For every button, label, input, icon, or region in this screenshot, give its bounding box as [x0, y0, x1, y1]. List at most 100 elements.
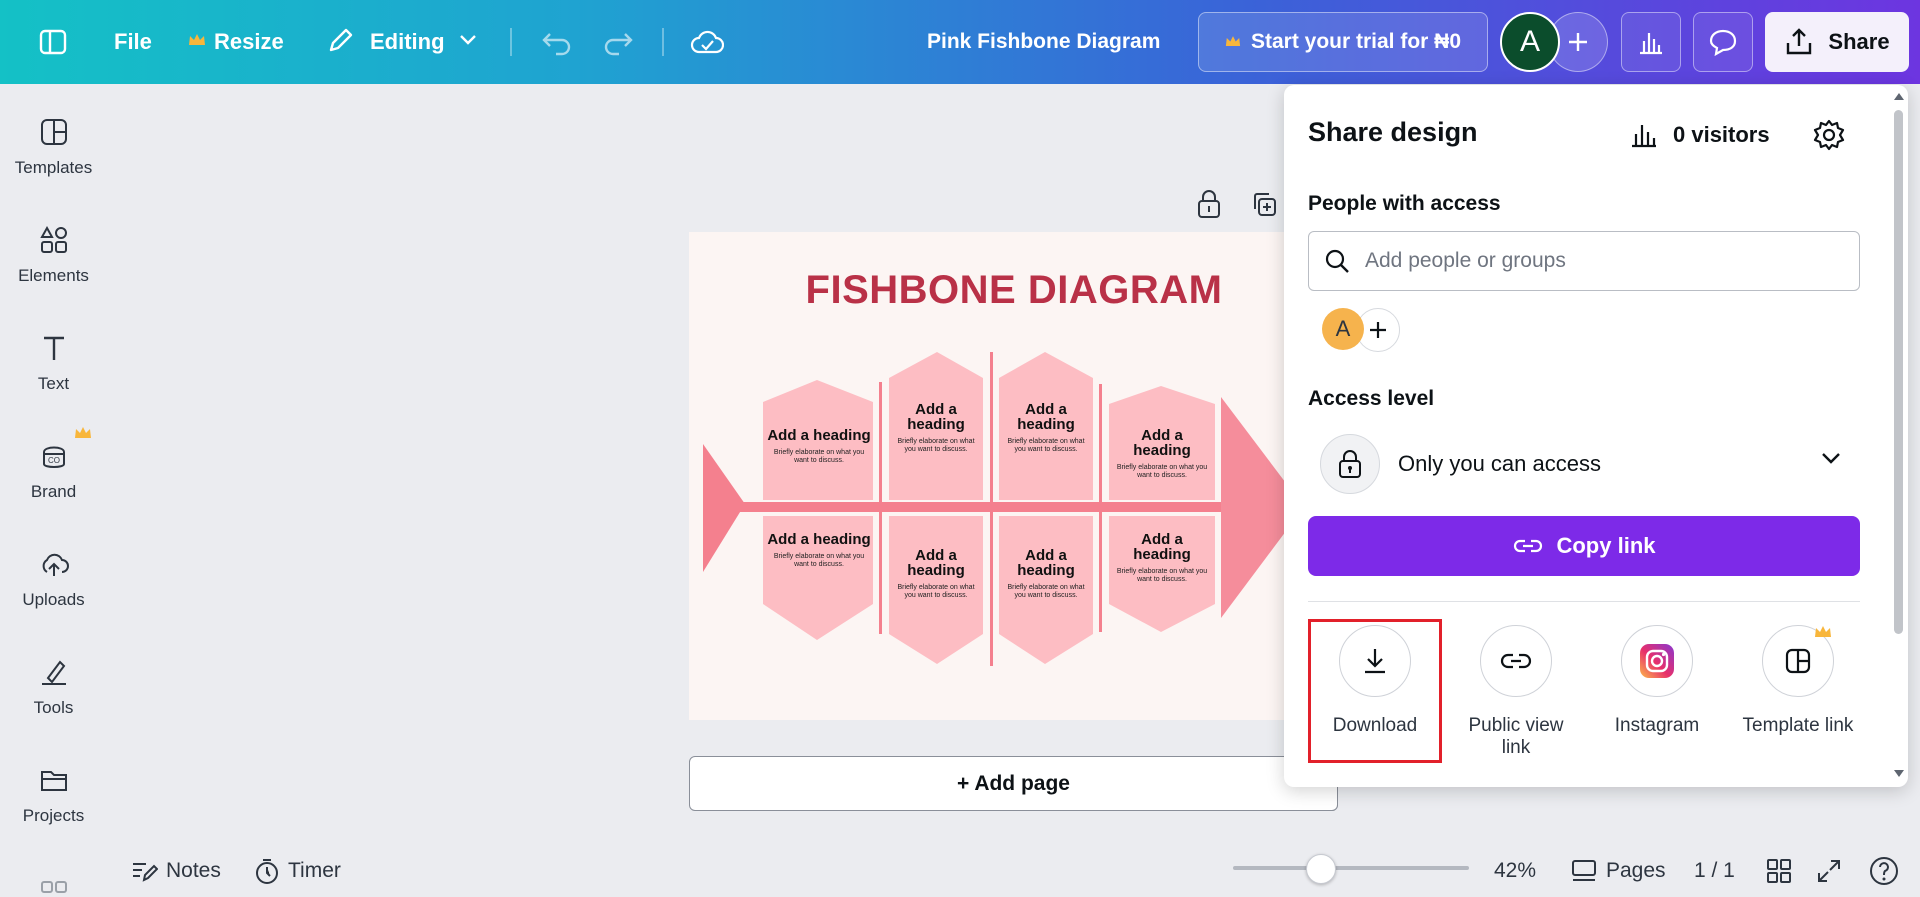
- diagram-box: Add a heading Briefly elaborate on what …: [1111, 532, 1213, 584]
- sidebar-item-elements[interactable]: Elements: [0, 192, 107, 292]
- box-heading: Add a heading: [907, 401, 965, 433]
- plus-icon: [1370, 322, 1386, 338]
- visitors-button[interactable]: 0 visitors: [1629, 115, 1770, 155]
- cloud-saved-icon[interactable]: [690, 0, 724, 84]
- option-label: Instagram: [1614, 715, 1700, 736]
- file-menu[interactable]: File: [114, 0, 152, 84]
- bar-chart-icon: [1640, 33, 1662, 55]
- add-people-search[interactable]: [1308, 231, 1860, 291]
- top-bar: File Resize Editing Pink Fishbone Diagra…: [0, 0, 1920, 84]
- sidebar-label: Tools: [33, 698, 74, 717]
- undo-icon[interactable]: [540, 0, 572, 84]
- svg-text:CO: CO: [48, 456, 60, 465]
- scroll-up-icon: [1894, 93, 1904, 100]
- box-body: Briefly elaborate on what you want to di…: [1007, 584, 1085, 599]
- diagram-box: Add a heading Briefly elaborate on what …: [1111, 428, 1213, 480]
- timer-button[interactable]: Timer: [254, 845, 341, 897]
- copy-link-button[interactable]: Copy link: [1308, 516, 1860, 576]
- box-heading: Add a heading: [1017, 401, 1075, 433]
- people-with-access-heading: People with access: [1308, 192, 1501, 215]
- sidebar-label: Text: [37, 374, 70, 393]
- document-title[interactable]: Pink Fishbone Diagram: [927, 0, 1160, 84]
- public-view-link-option[interactable]: Public view link: [1451, 625, 1581, 759]
- sidebar-toggle-icon[interactable]: [38, 0, 68, 84]
- toolbar-divider: [510, 28, 512, 56]
- toolbar-divider: [662, 28, 664, 56]
- sidebar-item-text[interactable]: Text: [0, 300, 107, 400]
- diagram-box: Add a heading Briefly elaborate on what …: [893, 402, 979, 454]
- page-counter: 1 / 1: [1694, 859, 1735, 882]
- diagram-box: Add a heading Briefly elaborate on what …: [767, 532, 871, 569]
- fish-bone: [990, 352, 993, 666]
- box-heading: Add a heading: [907, 547, 965, 579]
- design-canvas[interactable]: FISHBONE DIAGRAM Add a heading Briefly e…: [689, 232, 1339, 720]
- visitors-label: 0 visitors: [1673, 122, 1770, 147]
- settings-gear-icon[interactable]: [1812, 118, 1846, 157]
- sidebar-item-brand[interactable]: CO Brand: [0, 408, 107, 508]
- share-button[interactable]: Share: [1765, 12, 1909, 72]
- share-panel: Share design 0 visitors People with acce…: [1284, 85, 1908, 787]
- timer-label: Timer: [288, 859, 341, 882]
- comments-button[interactable]: [1693, 12, 1753, 72]
- sidebar-item-templates[interactable]: Templates: [0, 84, 107, 184]
- sidebar-item-uploads[interactable]: Uploads: [0, 516, 107, 616]
- user-avatar[interactable]: A: [1500, 12, 1560, 72]
- elements-icon: [39, 225, 67, 253]
- pages-label: Pages: [1606, 859, 1666, 882]
- box-heading: Add a heading: [767, 427, 871, 444]
- help-icon[interactable]: [1868, 845, 1900, 897]
- option-label: Template link: [1742, 715, 1854, 736]
- add-page-button[interactable]: + Add page: [689, 756, 1338, 811]
- download-highlight-box: [1308, 619, 1442, 763]
- resize-button[interactable]: Resize: [188, 0, 284, 84]
- instagram-option[interactable]: Instagram: [1592, 625, 1722, 737]
- zoom-level[interactable]: 42%: [1494, 845, 1536, 897]
- panel-divider: [1308, 601, 1860, 602]
- diagram-title: FISHBONE DIAGRAM: [805, 268, 1223, 312]
- template-link-option[interactable]: Template link: [1733, 625, 1863, 737]
- trial-label: Start your trial for ₦0: [1250, 30, 1462, 53]
- redo-icon[interactable]: [603, 0, 635, 84]
- share-panel-title: Share design: [1308, 117, 1478, 147]
- zoom-slider-thumb[interactable]: [1306, 854, 1336, 884]
- sidebar-item-projects[interactable]: Projects: [0, 732, 107, 832]
- panel-scroll-thumb[interactable]: [1894, 110, 1903, 634]
- uploads-icon: [42, 553, 69, 576]
- tools-icon: [41, 660, 66, 685]
- pages-button[interactable]: Pages: [1570, 845, 1666, 897]
- box-body: Briefly elaborate on what you want to di…: [773, 553, 865, 568]
- plus-icon: [1569, 33, 1587, 51]
- projects-icon: [40, 771, 67, 791]
- scroll-down-icon: [1894, 770, 1904, 777]
- link-icon: [1480, 625, 1552, 697]
- lock-icon: [1320, 434, 1380, 494]
- editing-mode-dropdown[interactable]: Editing: [326, 0, 477, 84]
- comment-icon: [1709, 29, 1737, 56]
- pages-icon: [1572, 860, 1596, 881]
- notes-label: Notes: [166, 859, 221, 882]
- lock-page-icon[interactable]: [1192, 187, 1226, 221]
- sidebar-label: Projects: [22, 806, 85, 825]
- zoom-slider-track[interactable]: [1233, 866, 1469, 870]
- box-heading: Add a heading: [1133, 531, 1191, 563]
- chevron-down-icon: [1822, 453, 1840, 464]
- analytics-button[interactable]: [1621, 12, 1681, 72]
- access-level-dropdown[interactable]: Only you can access: [1308, 431, 1860, 497]
- member-avatar[interactable]: A: [1322, 308, 1364, 350]
- apps-icon[interactable]: [40, 880, 68, 894]
- box-body: Briefly elaborate on what you want to di…: [1116, 464, 1208, 479]
- start-trial-button[interactable]: Start your trial for ₦0: [1198, 12, 1488, 72]
- crown-icon: [1225, 30, 1241, 54]
- fullscreen-icon[interactable]: [1816, 845, 1842, 897]
- sidebar-label: Templates: [14, 158, 93, 177]
- notes-button[interactable]: Notes: [130, 845, 221, 897]
- sidebar-item-tools[interactable]: Tools: [0, 624, 107, 724]
- duplicate-page-icon[interactable]: [1247, 187, 1281, 221]
- grid-view-icon[interactable]: [1766, 845, 1792, 897]
- box-heading: Add a heading: [767, 531, 871, 548]
- diagram-box: Add a heading Briefly elaborate on what …: [1003, 402, 1089, 454]
- box-body: Briefly elaborate on what you want to di…: [897, 584, 975, 599]
- sidebar-label: Elements: [18, 266, 89, 285]
- search-icon: [1325, 249, 1349, 273]
- add-people-input[interactable]: [1365, 249, 1825, 273]
